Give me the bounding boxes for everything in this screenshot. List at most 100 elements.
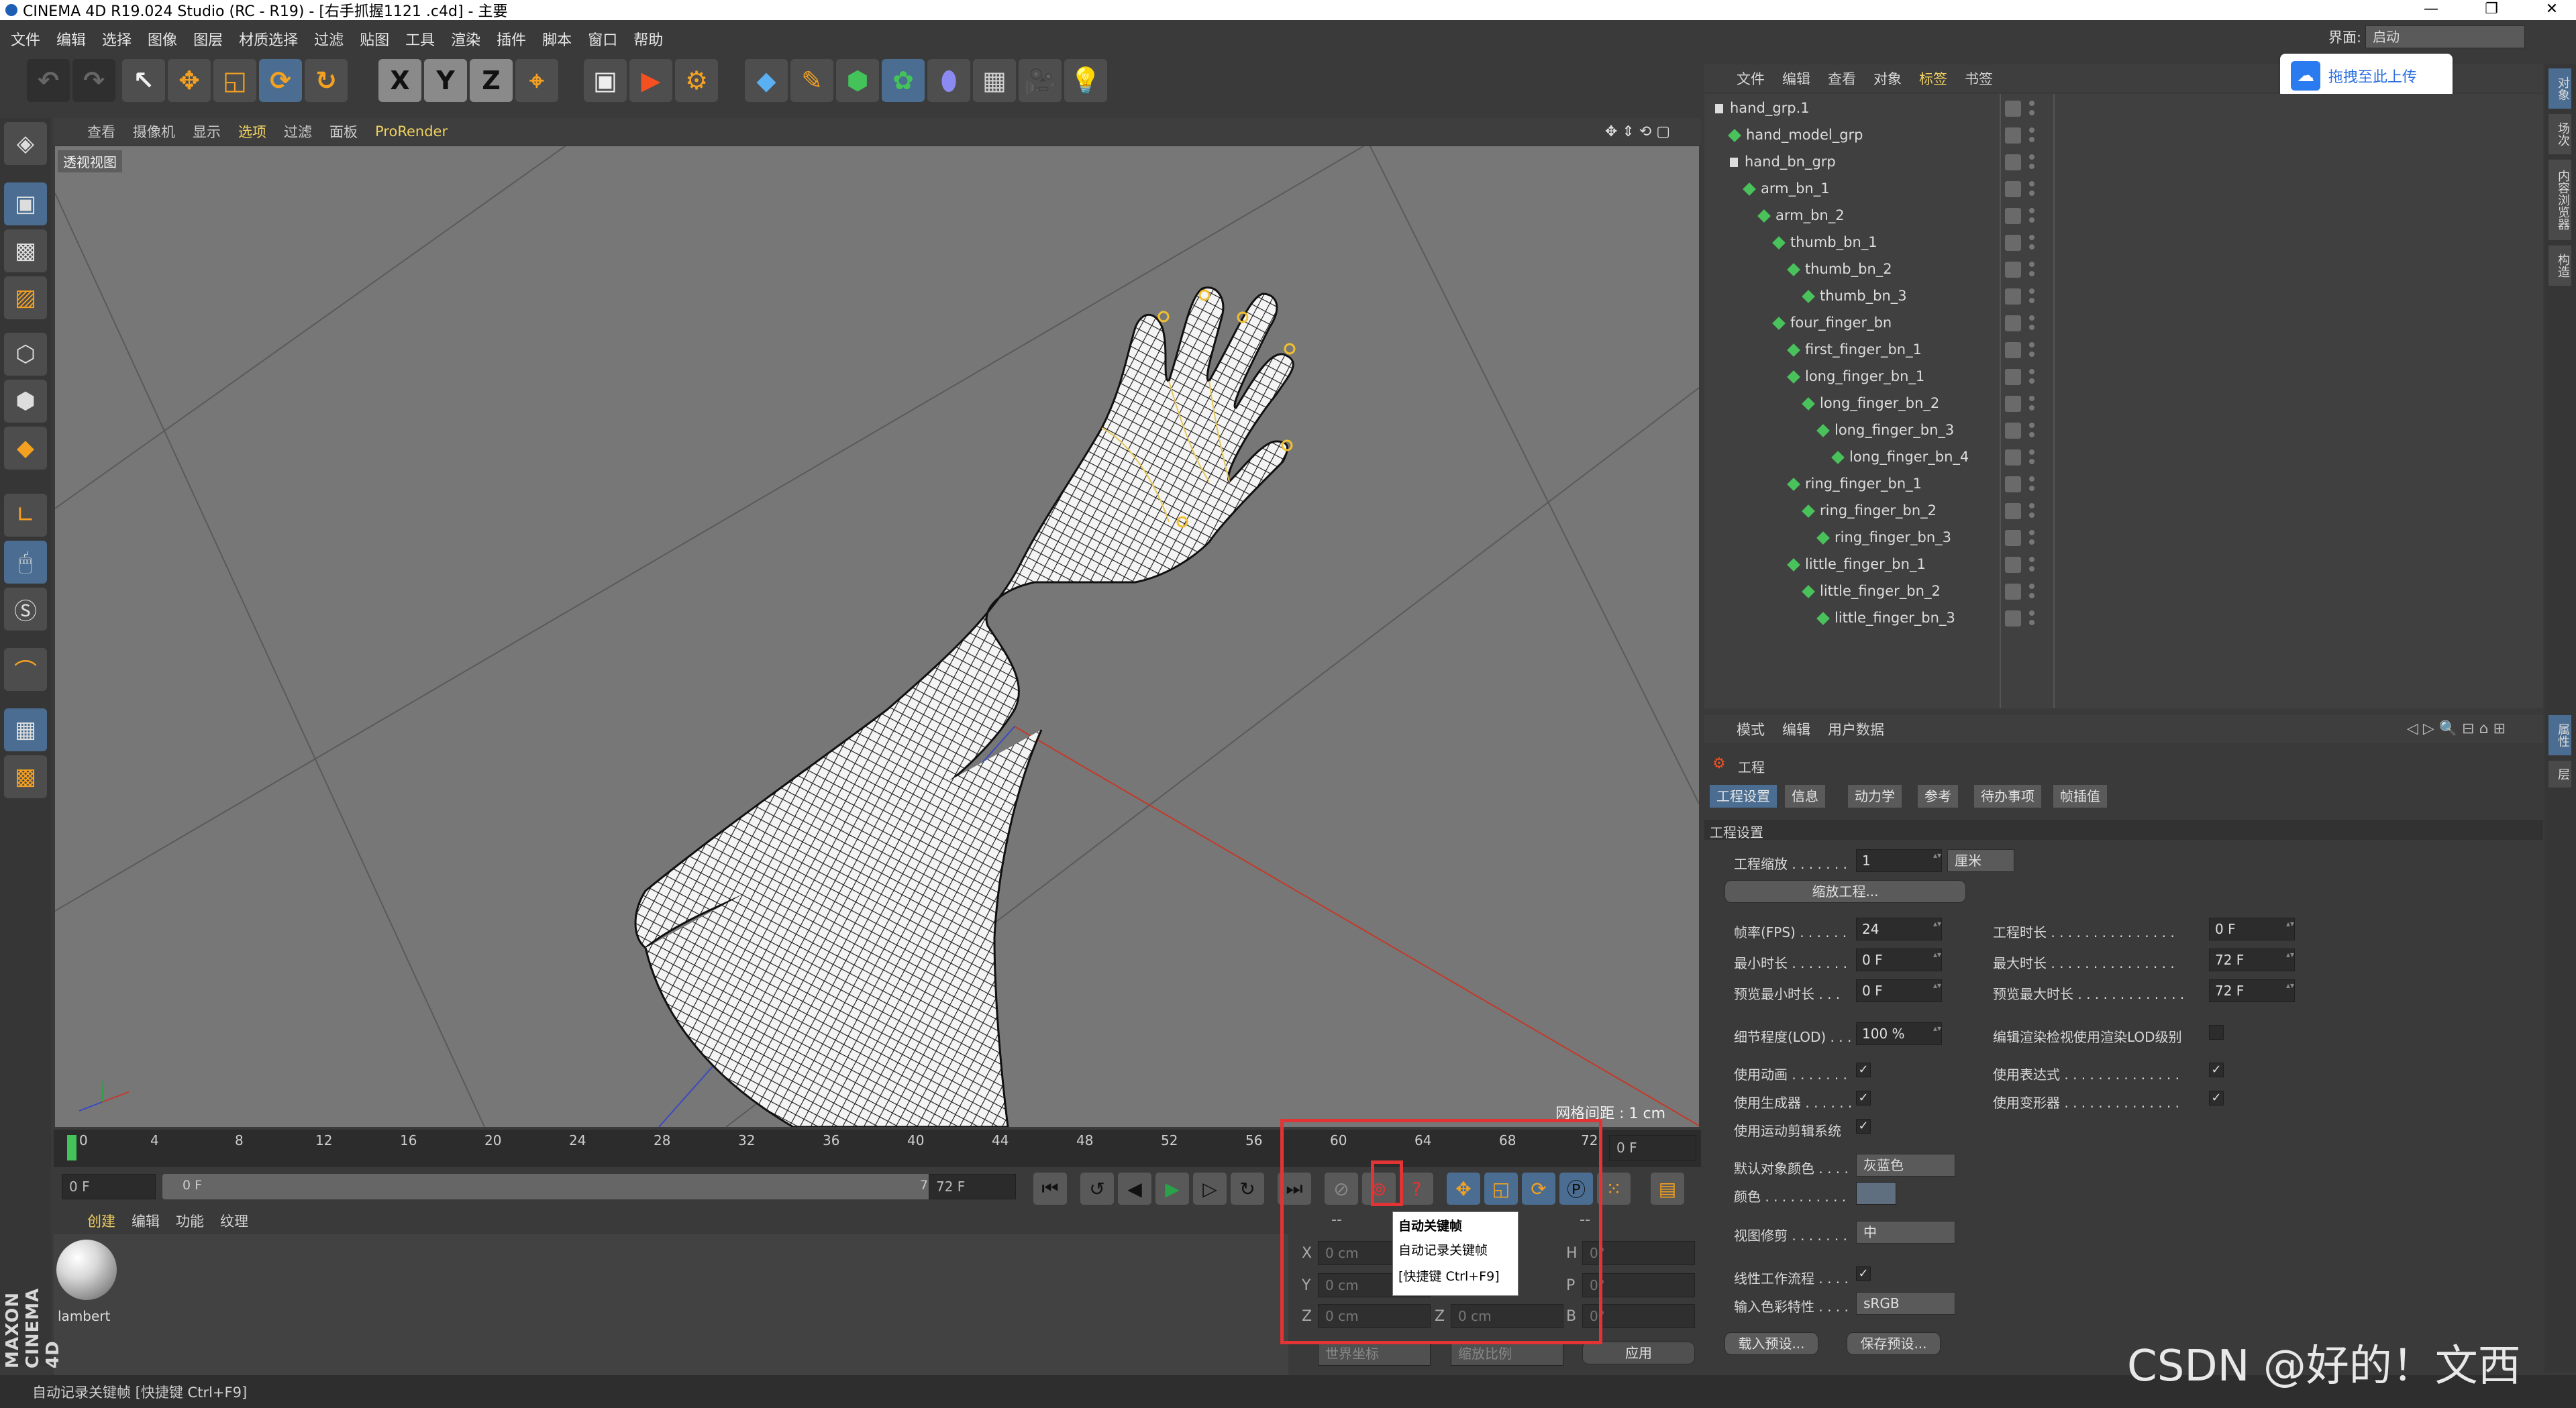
om-menu-edit[interactable]: 编辑	[1782, 68, 1810, 89]
editor-visibility-dot[interactable]	[2029, 288, 2034, 294]
close-button[interactable]: ✕	[2522, 0, 2576, 20]
object-row[interactable]: little_finger_bn_3	[1704, 605, 2543, 632]
preview-range-slider[interactable]: 0 F 72 F	[162, 1174, 968, 1199]
cube-object-icon[interactable]: ◆	[745, 59, 788, 102]
load-preset-button[interactable]: 载入预设...	[1724, 1332, 1818, 1355]
move-tool-icon[interactable]: ✥	[168, 59, 211, 102]
pen-spline-icon[interactable]: ✎	[790, 59, 833, 102]
viewport-menu-options[interactable]: 选项	[238, 121, 266, 142]
layer-tag-icon[interactable]	[2005, 423, 2021, 439]
object-row[interactable]: ring_finger_bn_3	[1704, 525, 2543, 551]
menu-plugins[interactable]: 插件	[497, 28, 526, 50]
render-visibility-dot[interactable]	[2029, 191, 2034, 196]
object-name[interactable]: thumb_bn_2	[1787, 261, 1892, 277]
apply-button[interactable]: 应用	[1582, 1342, 1695, 1364]
play-forward-icon[interactable]: ▶	[1155, 1173, 1189, 1205]
layer-tag-icon[interactable]	[2005, 101, 2021, 117]
viewport-menu-display[interactable]: 显示	[193, 121, 221, 142]
editor-visibility-dot[interactable]	[2029, 449, 2034, 455]
object-row[interactable]: long_finger_bn_2	[1704, 390, 2543, 417]
object-row[interactable]: little_finger_bn_2	[1704, 578, 2543, 605]
layer-tag-icon[interactable]	[2005, 369, 2021, 385]
tab-dynamics[interactable]: 动力学	[1848, 785, 1902, 808]
axis-mode-icon[interactable]: ∟	[4, 494, 47, 537]
editor-visibility-dot[interactable]	[2029, 476, 2034, 482]
scheme-icon[interactable]: ▤	[1651, 1173, 1684, 1205]
x-axis-lock-icon[interactable]: X	[378, 59, 421, 102]
editor-visibility-dot[interactable]	[2029, 101, 2034, 106]
object-name[interactable]: thumb_bn_3	[1802, 288, 1907, 304]
object-row[interactable]: hand_model_grp	[1704, 122, 2543, 149]
render-visibility-dot[interactable]	[2029, 566, 2034, 572]
object-row[interactable]: little_finger_bn_1	[1704, 551, 2543, 578]
layer-tag-icon[interactable]	[2005, 503, 2021, 519]
material-name[interactable]: lambert	[58, 1308, 110, 1324]
editor-visibility-dot[interactable]	[2029, 610, 2034, 616]
model-mode-icon[interactable]: ▣	[4, 182, 47, 225]
object-row[interactable]: hand_grp.1	[1704, 95, 2543, 122]
layer-tag-icon[interactable]	[2005, 530, 2021, 546]
use-deformers-checkbox[interactable]: ✓	[2209, 1091, 2224, 1105]
menu-tools[interactable]: 工具	[405, 28, 435, 50]
tweak-mode-icon[interactable]: 🖱	[4, 541, 47, 584]
color-swatch[interactable]	[1856, 1182, 1896, 1205]
lod-input[interactable]: 100 %	[1856, 1022, 1942, 1045]
object-name[interactable]: hand_bn_grp	[1730, 154, 1836, 170]
edit-render-settings-icon[interactable]: ⚙	[675, 59, 718, 102]
layer-tag-icon[interactable]	[2005, 315, 2021, 331]
layer-tag-icon[interactable]	[2005, 449, 2021, 466]
menu-window[interactable]: 窗口	[588, 28, 617, 50]
attr-nav-icons[interactable]: ◁ ▷ 🔍 ⊟ ⌂ ⊞	[2407, 720, 2506, 737]
render-visibility-dot[interactable]	[2029, 620, 2034, 625]
object-name[interactable]: arm_bn_2	[1757, 207, 1845, 223]
om-menu-view[interactable]: 查看	[1828, 68, 1856, 89]
object-row[interactable]: long_finger_bn_1	[1704, 364, 2543, 390]
editor-visibility-dot[interactable]	[2029, 396, 2034, 401]
om-menu-object[interactable]: 对象	[1873, 68, 1902, 89]
coord-scale-dropdown[interactable]: 缩放比例	[1451, 1342, 1563, 1366]
coord-mode-dropdown[interactable]: 世界坐标	[1318, 1342, 1431, 1366]
current-frame-field[interactable]: 0 F	[1609, 1135, 1696, 1160]
layer-tag-icon[interactable]	[2005, 154, 2021, 170]
object-row[interactable]: thumb_bn_3	[1704, 283, 2543, 310]
render-visibility-dot[interactable]	[2029, 459, 2034, 464]
layer-tag-icon[interactable]	[2005, 342, 2021, 358]
side-tab-content-browser[interactable]: 内容浏览器	[2548, 160, 2571, 240]
object-row[interactable]: thumb_bn_1	[1704, 229, 2543, 256]
object-row[interactable]: four_finger_bn	[1704, 310, 2543, 337]
scale-tool-icon[interactable]: ◱	[213, 59, 256, 102]
editor-visibility-dot[interactable]	[2029, 530, 2034, 535]
layer-tag-icon[interactable]	[2005, 584, 2021, 600]
viewport-menu-panel[interactable]: 面板	[329, 121, 358, 142]
menu-render[interactable]: 渲染	[451, 28, 480, 50]
object-name[interactable]: long_finger_bn_4	[1831, 449, 1969, 465]
planar-workplane-icon[interactable]: ▩	[4, 755, 47, 798]
preview-min-input[interactable]: 0 F	[1856, 979, 1942, 1002]
next-frame-icon[interactable]: ▷	[1193, 1173, 1227, 1205]
fps-input[interactable]: 24	[1856, 918, 1942, 940]
render-visibility-dot[interactable]	[2029, 405, 2034, 411]
render-visibility-dot[interactable]	[2029, 486, 2034, 491]
next-key-icon[interactable]: ↻	[1231, 1173, 1264, 1205]
attr-menu-edit[interactable]: 编辑	[1782, 719, 1810, 739]
z-axis-lock-icon[interactable]: Z	[470, 59, 513, 102]
tab-info[interactable]: 信息	[1785, 785, 1825, 808]
attr-menu-mode[interactable]: 模式	[1737, 719, 1765, 739]
layer-tag-icon[interactable]	[2005, 288, 2021, 305]
layer-tag-icon[interactable]	[2005, 208, 2021, 224]
menu-edit[interactable]: 编辑	[56, 28, 86, 50]
perspective-viewport[interactable]: 透视视图 网格间距 : 1 cm	[55, 146, 1699, 1127]
menu-help[interactable]: 帮助	[633, 28, 663, 50]
tab-project-settings[interactable]: 工程设置	[1710, 785, 1777, 808]
use-animation-checkbox[interactable]: ✓	[1856, 1063, 1871, 1077]
object-name[interactable]: long_finger_bn_1	[1787, 368, 1924, 384]
editor-visibility-dot[interactable]	[2029, 235, 2034, 240]
menu-texture[interactable]: 贴图	[360, 28, 389, 50]
viewport-menu-view[interactable]: 查看	[87, 121, 115, 142]
object-name[interactable]: long_finger_bn_3	[1816, 422, 1954, 438]
snap-icon[interactable]: Ⓢ	[4, 588, 47, 631]
rotate-tool-icon[interactable]: ⟳	[259, 59, 302, 102]
render-picture-viewer-icon[interactable]: ▶	[629, 59, 672, 102]
object-name[interactable]: hand_model_grp	[1728, 127, 1863, 143]
end-frame-field[interactable]: 72 F	[929, 1174, 1016, 1199]
